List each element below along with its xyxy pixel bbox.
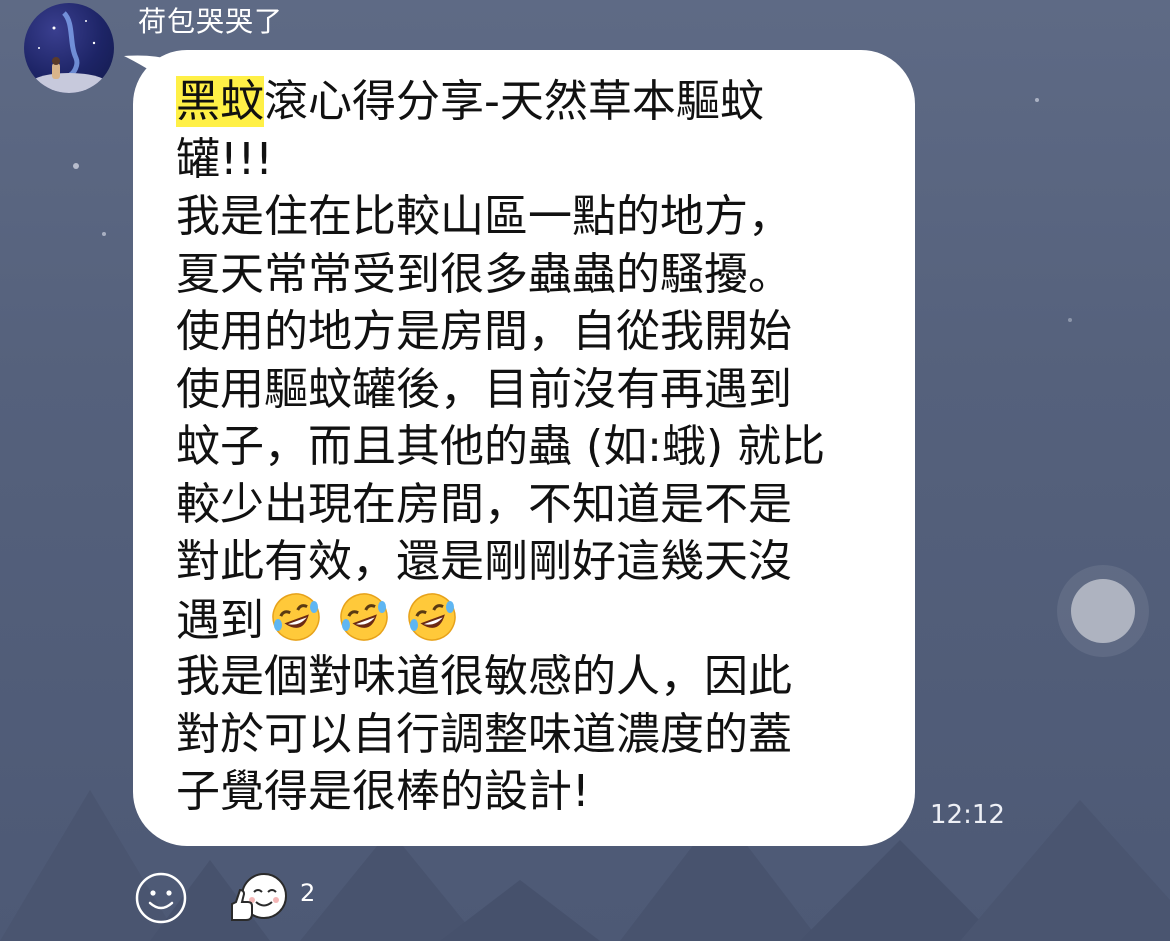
message-line-11: 我是個對味道很敏感的人，因此 [176,651,792,702]
message-line-13: 子覺得是很棒的設計! [176,766,590,817]
message-line-3: 我是住在比較山區一點的地方， [176,191,792,242]
message-line-12: 對於可以自行調整味道濃度的蓋 [176,708,792,760]
message-line-4: 夏天常常受到很多蟲蟲的騷擾。 [176,248,792,300]
profile-avatar-icon [29,11,109,93]
message-line-2: 罐!!! [176,133,273,185]
add-reaction-button[interactable] [133,870,189,926]
reaction-count: 2 [300,879,316,907]
reaction-badge[interactable] [226,868,292,928]
message-line-text: 滾心得分享-天然草本驅蚊 [264,76,764,127]
smiley-face-icon [135,872,187,924]
thumbs-up-face-icon [231,873,287,921]
sender-avatar[interactable] [24,3,114,93]
message-line-9: 對此有效，還是剛剛好這幾天沒 [176,536,792,587]
message-line-text: 遇到 [176,594,264,646]
message-line-8: 較少出現在房間，不知道是不是 [176,478,792,530]
message-line-10: 遇到 [176,591,876,649]
sender-name: 荷包哭哭了 [138,5,284,38]
rofl-emoji-icon [340,592,388,641]
message-timestamp: 12:12 [930,800,1005,830]
message-line-5: 使用的地方是房間，自從我開始 [176,306,792,357]
message-line-7: 蚊子，而且其他的蟲 (如:蛾) 就比 [176,421,826,472]
message-line-6: 使用驅蚊罐後，目前沒有再遇到 [176,363,792,415]
rofl-emoji-icon [408,592,456,641]
rofl-emoji-icon [272,592,320,641]
highlighted-keyword: 黑蚊 [176,76,264,127]
message-line-1: 黑蚊滾心得分享-天然草本驅蚊 [176,73,876,131]
message-text: 黑蚊滾心得分享-天然草本驅蚊 罐!!! 我是住在比較山區一點的地方， 夏天常常受… [176,73,876,821]
